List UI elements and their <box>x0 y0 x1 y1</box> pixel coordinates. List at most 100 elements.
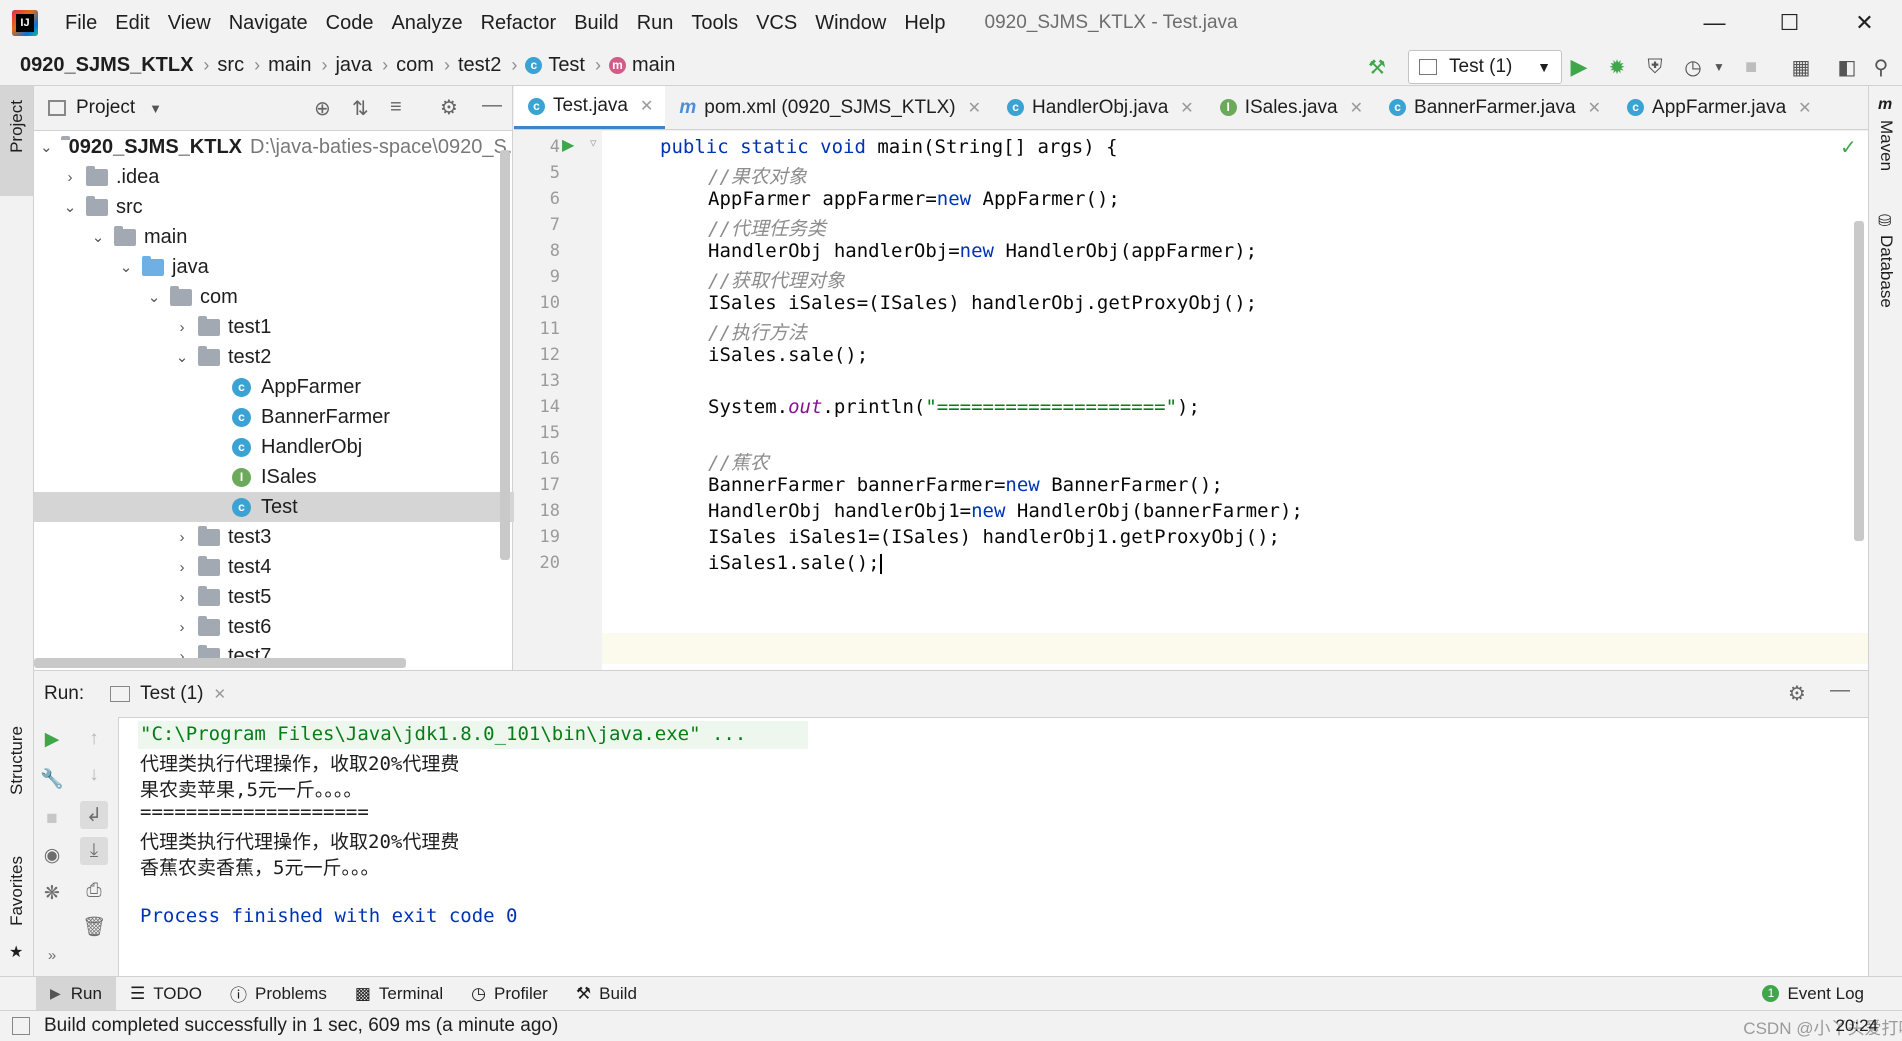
camera-icon[interactable]: ◉ <box>38 841 66 869</box>
breadcrumb-java[interactable]: java <box>335 54 372 77</box>
breadcrumb-test2[interactable]: test2 <box>458 54 501 77</box>
breadcrumb-main-method[interactable]: main <box>632 54 675 77</box>
status-message[interactable]: Build completed successfully in 1 sec, 6… <box>44 1015 558 1037</box>
fold-icon[interactable]: ▿ <box>590 135 597 151</box>
horizontal-scrollbar[interactable] <box>34 658 406 668</box>
menu-tools[interactable]: Tools <box>682 12 747 35</box>
tree-root[interactable]: ⌄ 0920_SJMS_KTLX D:\java-baties-space\09… <box>34 132 524 162</box>
line-number: 17 <box>539 475 560 495</box>
menu-edit[interactable]: Edit <box>106 12 158 35</box>
print-icon[interactable]: ⎙ <box>80 877 108 905</box>
code-editor[interactable]: 4 5 6 7 8 9 10 11 12 13 14 15 16 17 18 1… <box>514 131 1868 670</box>
wrench-icon[interactable]: 🔧 <box>38 765 66 793</box>
debug-icon[interactable]: ✹ <box>1604 54 1630 80</box>
gear-icon[interactable]: ⚙ <box>1788 681 1806 706</box>
tab-appfarmer-java[interactable]: c AppFarmer.java ✕ <box>1613 86 1824 129</box>
menu-vcs[interactable]: VCS <box>747 12 806 35</box>
close-tab-icon[interactable]: ✕ <box>1798 98 1811 118</box>
tab-test-java[interactable]: c Test.java ✕ <box>514 86 666 129</box>
close-tab-icon[interactable]: ✕ <box>1180 98 1193 118</box>
database-tool-tab[interactable]: ⛁ Database <box>1869 211 1902 341</box>
expand-all-icon[interactable]: ⇅ <box>352 96 369 121</box>
stop-icon[interactable]: ■ <box>1738 54 1764 80</box>
tool-run[interactable]: ▶ Run <box>36 976 116 1011</box>
tab-bannerfarmer-java[interactable]: c BannerFarmer.java ✕ <box>1375 86 1613 129</box>
tab-handlerobj-java[interactable]: c HandlerObj.java ✕ <box>993 86 1206 129</box>
menu-view[interactable]: View <box>159 12 220 35</box>
soft-wrap-icon[interactable]: ↲ <box>80 801 108 829</box>
tree-item-src[interactable]: ⌄ src <box>34 192 541 222</box>
menu-build[interactable]: Build <box>565 12 627 35</box>
tool-todo[interactable]: ☰ TODO <box>116 977 216 1011</box>
tool-terminal[interactable]: ▩ Terminal <box>341 977 457 1011</box>
breadcrumb-main[interactable]: main <box>268 54 311 77</box>
tool-event-log[interactable]: 1 Event Log <box>1748 977 1878 1011</box>
hide-panel-icon[interactable]: — <box>1830 679 1850 702</box>
coverage-icon[interactable]: ⛨ <box>1642 54 1668 80</box>
build-hammer-icon[interactable]: ⚒ <box>1364 54 1390 80</box>
chevron-down-icon[interactable]: ▼ <box>149 101 162 116</box>
more-icon[interactable]: » <box>38 941 66 969</box>
tool-build[interactable]: ⚒ Build <box>562 977 651 1011</box>
arrow-down-icon[interactable]: ↓ <box>80 761 108 789</box>
vertical-scrollbar[interactable] <box>500 150 510 560</box>
run-configuration-select[interactable]: Test (1) ▼ <box>1408 50 1562 84</box>
menu-navigate[interactable]: Navigate <box>220 12 317 35</box>
tree-item-main[interactable]: ⌄ main <box>34 222 569 252</box>
maven-tool-tab[interactable]: m Maven <box>1869 96 1902 186</box>
code-text: .println( <box>822 396 926 418</box>
tool-profiler[interactable]: ◷ Profiler <box>457 977 562 1011</box>
settings-icon[interactable]: ❋ <box>38 879 66 907</box>
favorites-tool-tab[interactable]: Favorites ★ <box>0 856 33 966</box>
menu-analyze[interactable]: Analyze <box>382 12 471 35</box>
breadcrumb-project[interactable]: 0920_SJMS_KTLX <box>0 54 193 77</box>
project-view-title[interactable]: Project <box>76 97 135 119</box>
profile-icon[interactable]: ◷ <box>1680 54 1706 80</box>
maximize-icon[interactable]: ☐ <box>1752 0 1827 46</box>
minimize-icon[interactable]: — <box>1677 0 1752 46</box>
hide-panel-icon[interactable]: — <box>482 94 502 117</box>
close-icon[interactable]: ✕ <box>1827 0 1902 46</box>
menu-refactor[interactable]: Refactor <box>472 12 566 35</box>
close-tab-icon[interactable]: ✕ <box>214 685 227 703</box>
project-structure-icon[interactable]: ▦ <box>1788 54 1814 80</box>
menu-code[interactable]: Code <box>317 12 383 35</box>
gear-icon[interactable]: ⚙ <box>440 95 458 120</box>
structure-tool-tab[interactable]: Structure <box>0 726 33 836</box>
arrow-up-icon[interactable]: ↑ <box>80 725 108 753</box>
tree-item-java[interactable]: ⌄ java <box>34 252 597 282</box>
rerun-icon[interactable]: ▶ <box>38 725 66 753</box>
breadcrumb-com[interactable]: com <box>396 54 434 77</box>
toggle-tool-windows-icon[interactable] <box>12 1017 30 1035</box>
close-tab-icon[interactable]: ✕ <box>1588 98 1601 118</box>
tool-problems[interactable]: ⓘ Problems <box>216 977 341 1011</box>
menu-run[interactable]: Run <box>628 12 683 35</box>
tree-item-idea[interactable]: › .idea <box>34 162 541 192</box>
scroll-to-end-icon[interactable]: ⤓ <box>80 837 108 865</box>
editor-scrollbar[interactable] <box>1854 221 1864 541</box>
tab-isales-java[interactable]: I ISales.java ✕ <box>1206 86 1375 129</box>
trash-icon[interactable]: 🗑 <box>80 913 108 941</box>
close-tab-icon[interactable]: ✕ <box>640 96 653 116</box>
menu-file[interactable]: File <box>56 12 106 35</box>
tab-pom-xml[interactable]: m pom.xml (0920_SJMS_KTLX) ✕ <box>665 86 993 129</box>
breadcrumb-src[interactable]: src <box>217 54 244 77</box>
layout-icon[interactable]: ◧ <box>1834 54 1860 80</box>
chevron-down-icon[interactable]: ▼ <box>1706 54 1732 80</box>
menu-help[interactable]: Help <box>895 12 954 35</box>
close-tab-icon[interactable]: ✕ <box>968 98 981 118</box>
run-icon[interactable]: ▶ <box>1566 54 1592 80</box>
locate-icon[interactable]: ⊕ <box>314 96 331 121</box>
code-text: HandlerObj handlerObj1= <box>708 500 972 522</box>
collapse-all-icon[interactable]: ≡ <box>390 96 402 119</box>
breadcrumb-test-class[interactable]: Test <box>548 54 585 77</box>
menu-window[interactable]: Window <box>806 12 895 35</box>
search-icon[interactable]: ⚲ <box>1868 54 1894 80</box>
status-caret-position[interactable]: 20:24 <box>1835 1016 1878 1036</box>
run-tab-test[interactable]: Test (1) ✕ <box>110 683 226 705</box>
stop-icon[interactable]: ■ <box>38 805 66 833</box>
close-tab-icon[interactable]: ✕ <box>1350 98 1363 118</box>
project-tool-tab[interactable]: Project <box>0 86 33 196</box>
inspection-ok-icon[interactable]: ✓ <box>1840 135 1857 160</box>
run-gutter-icon[interactable]: ▶ <box>562 135 574 155</box>
